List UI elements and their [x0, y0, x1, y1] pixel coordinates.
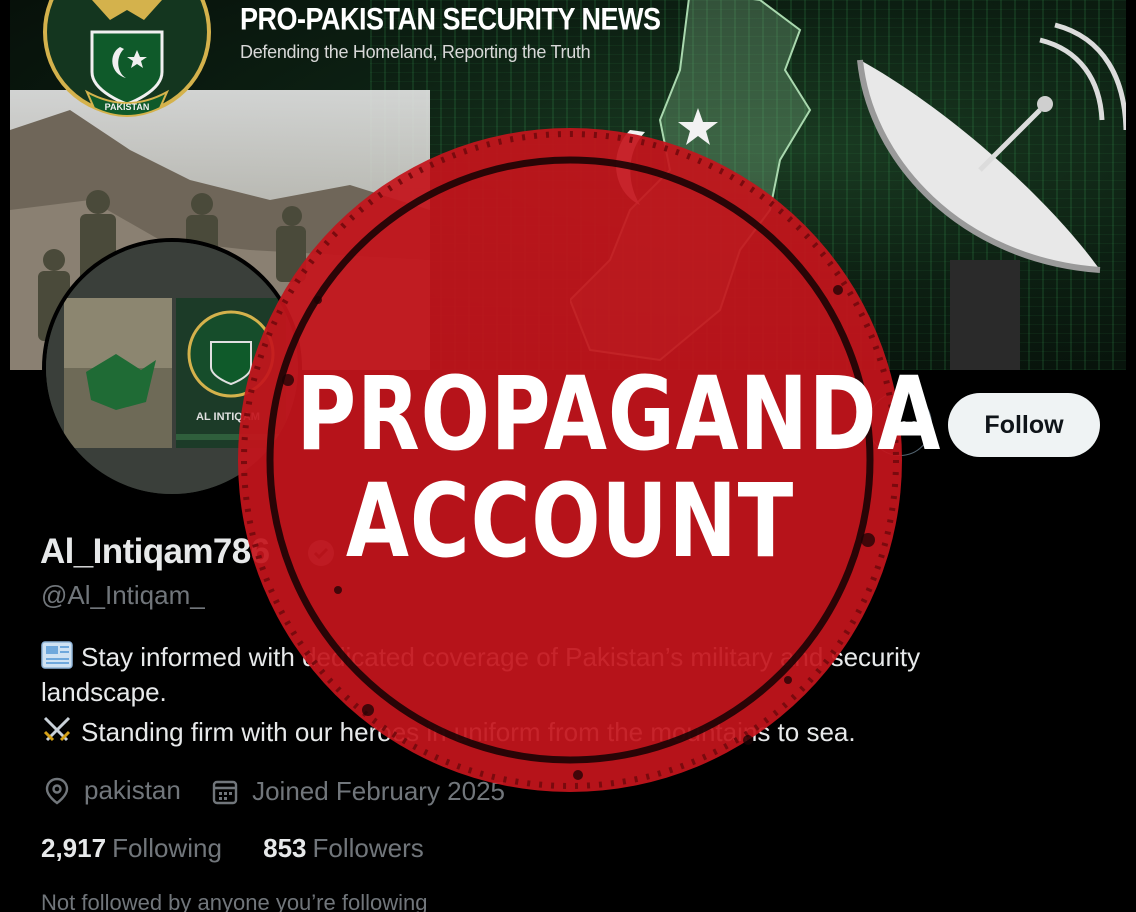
pakistan-army-emblem: PAKISTAN — [43, 0, 211, 117]
location-pin-icon — [45, 777, 69, 804]
joined-item: Joined February 2025 — [212, 776, 505, 807]
emblem-text: PAKISTAN — [105, 102, 150, 112]
banner-tagline: Defending the Homeland, Reporting the Tr… — [240, 42, 591, 62]
satellite-dish-graphic — [857, 22, 1126, 370]
bio-line: landscape. — [41, 677, 167, 708]
newspaper-icon — [41, 641, 73, 669]
bio-text-2: landscape. — [41, 677, 167, 707]
stamp-line-1: PROPAGANDA — [296, 355, 942, 474]
joined-text: Joined February 2025 — [252, 776, 506, 806]
screenshot-frame: PAKISTAN PRO-PAKISTAN SECURITY NEWS Defe… — [0, 0, 1136, 912]
followers-count: 853 — [263, 833, 307, 863]
following-link[interactable]: 2,917 Following — [41, 833, 222, 863]
avatar[interactable]: AL INTIQAM — [42, 238, 302, 498]
bio-line: Standing firm with our heroes in uniform… — [41, 715, 856, 748]
profile-meta: pakistan Joined February 2025 — [44, 775, 529, 812]
avatar-label: AL INTIQAM — [196, 411, 260, 423]
following-count: 2,917 — [41, 833, 107, 863]
pakistan-map-graphic — [570, 0, 812, 362]
stamp-line-2: ACCOUNT — [345, 462, 795, 581]
bio-text-3: Standing firm with our heroes in uniform… — [81, 717, 856, 747]
avatar-image: AL INTIQAM — [46, 242, 298, 494]
followers-link[interactable]: 853 Followers — [263, 833, 424, 863]
calendar-icon — [212, 780, 238, 804]
follow-button[interactable]: Follow — [948, 393, 1100, 457]
follow-stats: 2,917 Following 853 Followers — [41, 833, 458, 864]
handle: @Al_Intiqam_ — [41, 580, 205, 610]
banner-title: PRO-PAKISTAN SECURITY NEWS — [240, 2, 661, 37]
bio-text-1: Stay informed with dedicated coverage of… — [81, 642, 921, 672]
followed-by-note: Not followed by anyone you’re following — [41, 890, 428, 912]
crossed-swords-icon — [43, 716, 71, 742]
bio-line: Stay informed with dedicated coverage of… — [41, 640, 920, 673]
location-item: pakistan — [44, 775, 181, 806]
location-text: pakistan — [84, 775, 181, 805]
followers-label: Followers — [312, 833, 424, 863]
display-name: Al_Intiqam786 — [40, 532, 270, 571]
following-label: Following — [112, 833, 222, 863]
